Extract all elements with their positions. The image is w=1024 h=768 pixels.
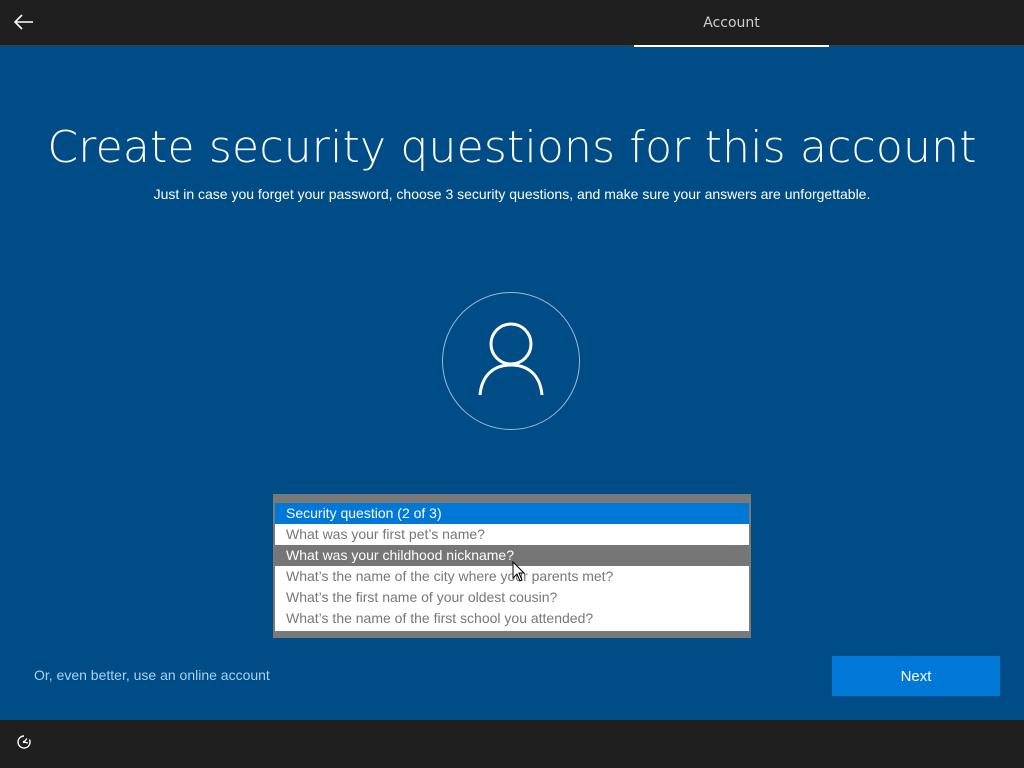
oobe-account-screen: Account Create security questions for th… xyxy=(0,0,1024,768)
tab-account[interactable]: Account xyxy=(634,0,829,46)
dropdown-option[interactable]: What’s the name of the city where your p… xyxy=(275,566,749,587)
arrow-left-icon xyxy=(13,14,34,34)
dropdown-option[interactable]: What was your childhood nickname? xyxy=(275,545,749,566)
avatar xyxy=(442,292,580,430)
back-button[interactable] xyxy=(8,8,40,40)
next-button[interactable]: Next xyxy=(832,656,1000,696)
page-subtitle: Just in case you forget your password, c… xyxy=(153,186,871,202)
dropdown-options-list: Security question (2 of 3) What was your … xyxy=(275,503,749,629)
ease-of-access-button[interactable] xyxy=(12,732,36,756)
page-title: Create security questions for this accou… xyxy=(47,122,977,173)
online-account-link[interactable]: Or, even better, use an online account xyxy=(34,667,270,683)
dropdown-option[interactable]: What was your first pet’s name? xyxy=(275,524,749,545)
bottom-bar xyxy=(0,720,1024,768)
user-icon xyxy=(476,321,546,401)
security-question-dropdown[interactable]: Security question (2 of 3) What was your … xyxy=(273,494,751,638)
tab-account-label: Account xyxy=(703,15,760,31)
next-button-label: Next xyxy=(900,667,932,685)
dropdown-option[interactable]: What’s the name of the first school you … xyxy=(275,608,749,629)
ease-of-access-icon xyxy=(16,734,32,754)
top-bar: Account xyxy=(0,0,1024,47)
dropdown-option-placeholder[interactable]: Security question (2 of 3) xyxy=(275,503,749,524)
dropdown-bottom-border xyxy=(275,631,749,636)
tab-active-indicator xyxy=(634,45,829,47)
dropdown-top-border xyxy=(275,496,749,503)
dropdown-option[interactable]: What’s the first name of your oldest cou… xyxy=(275,587,749,608)
